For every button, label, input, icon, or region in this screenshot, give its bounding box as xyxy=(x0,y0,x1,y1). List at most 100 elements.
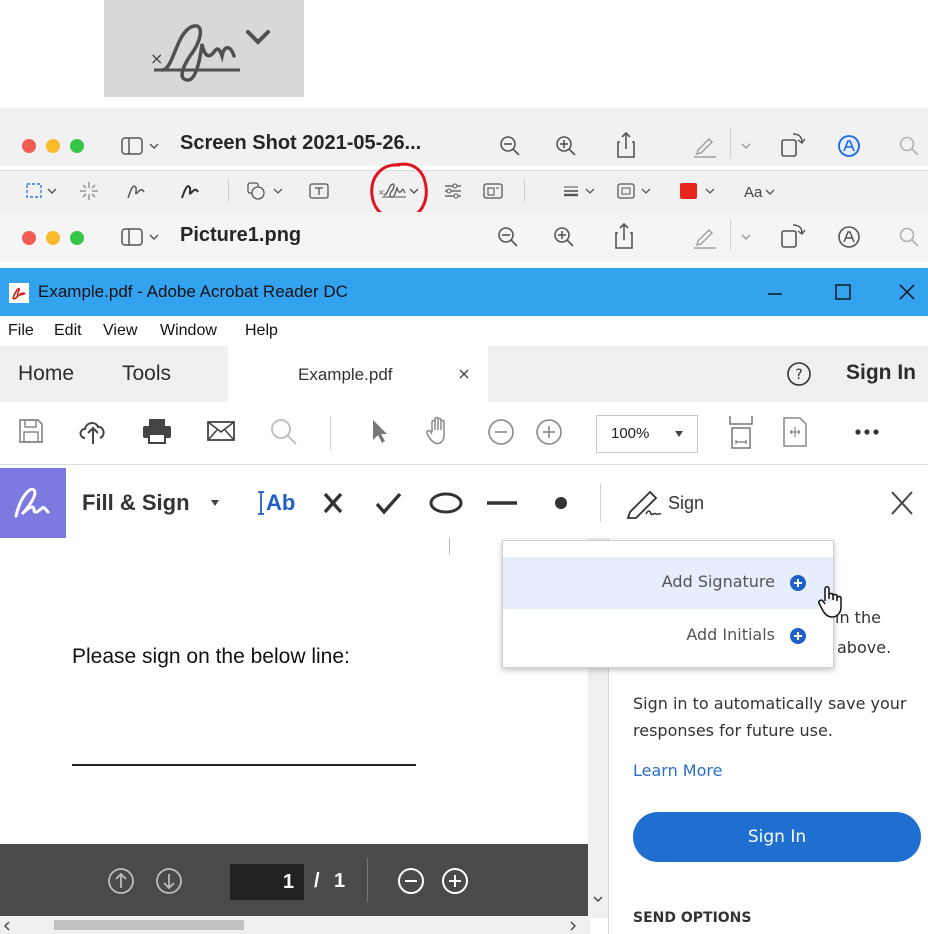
menu-item-add-initials[interactable]: Add Initials xyxy=(503,609,833,661)
border-color-icon[interactable] xyxy=(614,180,656,202)
menu-help[interactable]: Help xyxy=(245,322,278,340)
next-page-icon[interactable] xyxy=(154,866,184,896)
tab-document-label: Example.pdf xyxy=(298,365,393,384)
instant-alpha-icon[interactable] xyxy=(78,180,100,202)
share-icon[interactable] xyxy=(612,221,636,251)
menu-file[interactable]: File xyxy=(8,322,34,340)
panel-partial-text-2: above. xyxy=(837,638,892,657)
close-window-button[interactable] xyxy=(22,139,36,153)
rotate-icon[interactable] xyxy=(776,130,806,160)
page-number-input[interactable]: 1 xyxy=(230,864,304,900)
zoom-in-icon[interactable] xyxy=(440,866,470,896)
select-arrow-icon[interactable] xyxy=(366,416,392,446)
zoom-in-icon[interactable] xyxy=(552,225,576,249)
ellipse-icon[interactable] xyxy=(428,488,464,518)
maximize-icon[interactable] xyxy=(828,280,858,304)
cross-mark-icon[interactable] xyxy=(318,488,348,518)
horizontal-scrollbar[interactable] xyxy=(0,916,590,934)
chevron-down-icon[interactable] xyxy=(738,229,754,245)
line-icon[interactable] xyxy=(484,488,520,518)
minimize-window-button[interactable] xyxy=(46,139,60,153)
sign-in-link[interactable]: Sign In xyxy=(846,361,916,385)
chevron-down-icon[interactable] xyxy=(738,138,754,154)
fit-page-icon[interactable] xyxy=(724,412,758,452)
window-title: Example.pdf - Adobe Acrobat Reader DC xyxy=(38,282,348,301)
zoom-select[interactable]: 100% xyxy=(596,415,698,453)
learn-more-link[interactable]: Learn More xyxy=(633,761,722,780)
upload-cloud-icon[interactable] xyxy=(76,416,110,446)
more-options-icon[interactable] xyxy=(850,420,884,444)
add-signature-label: Add Signature xyxy=(661,572,775,591)
close-icon[interactable] xyxy=(886,488,918,518)
sign-in-button[interactable]: Sign In xyxy=(633,812,921,862)
menu-window[interactable]: Window xyxy=(160,322,217,340)
email-icon[interactable] xyxy=(204,416,238,446)
sidebar-toggle-icon[interactable] xyxy=(120,226,162,248)
total-pages: 1 xyxy=(334,870,346,892)
minimize-window-button[interactable] xyxy=(46,231,60,245)
print-icon[interactable] xyxy=(140,416,174,446)
shapes-icon[interactable] xyxy=(244,180,288,202)
add-initials-label: Add Initials xyxy=(686,625,775,644)
add-text-button[interactable]: Ab xyxy=(256,486,295,520)
search-icon[interactable] xyxy=(898,135,920,157)
tab-tools[interactable]: Tools xyxy=(122,362,171,386)
zoom-out-icon[interactable] xyxy=(498,134,522,158)
page-layout-icon[interactable] xyxy=(480,180,506,202)
search-icon[interactable] xyxy=(898,226,920,248)
scroll-right-icon[interactable] xyxy=(568,920,578,932)
help-icon[interactable]: ? xyxy=(786,361,812,387)
full-screen-icon[interactable] xyxy=(780,414,810,450)
text-style-button[interactable]: Aa xyxy=(744,181,778,203)
menu-edit[interactable]: Edit xyxy=(54,322,82,340)
zoom-in-icon[interactable] xyxy=(534,417,564,447)
fill-sign-badge xyxy=(0,468,66,538)
zoom-window-button[interactable] xyxy=(70,231,84,245)
zoom-in-icon[interactable] xyxy=(554,134,578,158)
zoom-out-icon[interactable] xyxy=(396,866,426,896)
share-icon[interactable] xyxy=(614,130,638,160)
draw-icon[interactable] xyxy=(178,180,204,202)
close-window-button[interactable] xyxy=(22,231,36,245)
save-icon[interactable] xyxy=(16,416,46,446)
menu-view[interactable]: View xyxy=(103,322,137,340)
fill-sign-label[interactable]: Fill & Sign xyxy=(82,490,190,516)
minimize-icon[interactable] xyxy=(760,280,790,304)
markup-pen-icon[interactable] xyxy=(690,130,720,160)
close-icon[interactable] xyxy=(892,280,922,304)
line-style-icon[interactable] xyxy=(560,180,602,202)
hand-tool-icon[interactable] xyxy=(422,414,456,448)
sign-button[interactable]: Sign xyxy=(624,486,704,520)
zoom-out-icon[interactable] xyxy=(486,417,516,447)
search-icon[interactable] xyxy=(268,416,300,446)
signature-line[interactable] xyxy=(72,764,416,766)
previous-page-icon[interactable] xyxy=(106,866,136,896)
scroll-down-icon[interactable] xyxy=(592,894,604,904)
dot-icon[interactable] xyxy=(548,488,574,518)
scrollbar-thumb[interactable] xyxy=(54,920,244,930)
toolbar-divider xyxy=(730,128,731,158)
tab-home[interactable]: Home xyxy=(18,362,74,386)
fill-color-icon[interactable] xyxy=(676,180,720,202)
zoom-window-button[interactable] xyxy=(70,139,84,153)
markup-toolbar-icon[interactable] xyxy=(836,133,862,159)
rotate-icon[interactable] xyxy=(776,221,806,251)
tab-document[interactable]: Example.pdf xyxy=(228,346,488,402)
menu-item-add-signature[interactable]: Add Signature xyxy=(503,557,833,609)
scroll-left-icon[interactable] xyxy=(2,920,12,932)
markup-toolbar-icon[interactable] xyxy=(836,224,862,250)
markup-pen-icon[interactable] xyxy=(690,221,720,251)
adjust-color-icon[interactable] xyxy=(440,180,466,202)
check-mark-icon[interactable] xyxy=(372,488,404,518)
toolbar-divider xyxy=(330,416,331,450)
current-page: 1 xyxy=(282,871,294,893)
sidebar-toggle-icon[interactable] xyxy=(120,135,162,157)
window-title: Screen Shot 2021-05-26... xyxy=(180,132,422,154)
text-box-icon[interactable] xyxy=(306,180,332,202)
close-tab-icon[interactable] xyxy=(454,364,474,384)
zoom-out-icon[interactable] xyxy=(496,225,520,249)
text-cursor-icon xyxy=(258,491,264,515)
rectangular-selection-icon[interactable] xyxy=(24,180,64,202)
sketch-icon[interactable] xyxy=(124,180,150,202)
dropdown-arrow-icon[interactable] xyxy=(210,499,220,507)
